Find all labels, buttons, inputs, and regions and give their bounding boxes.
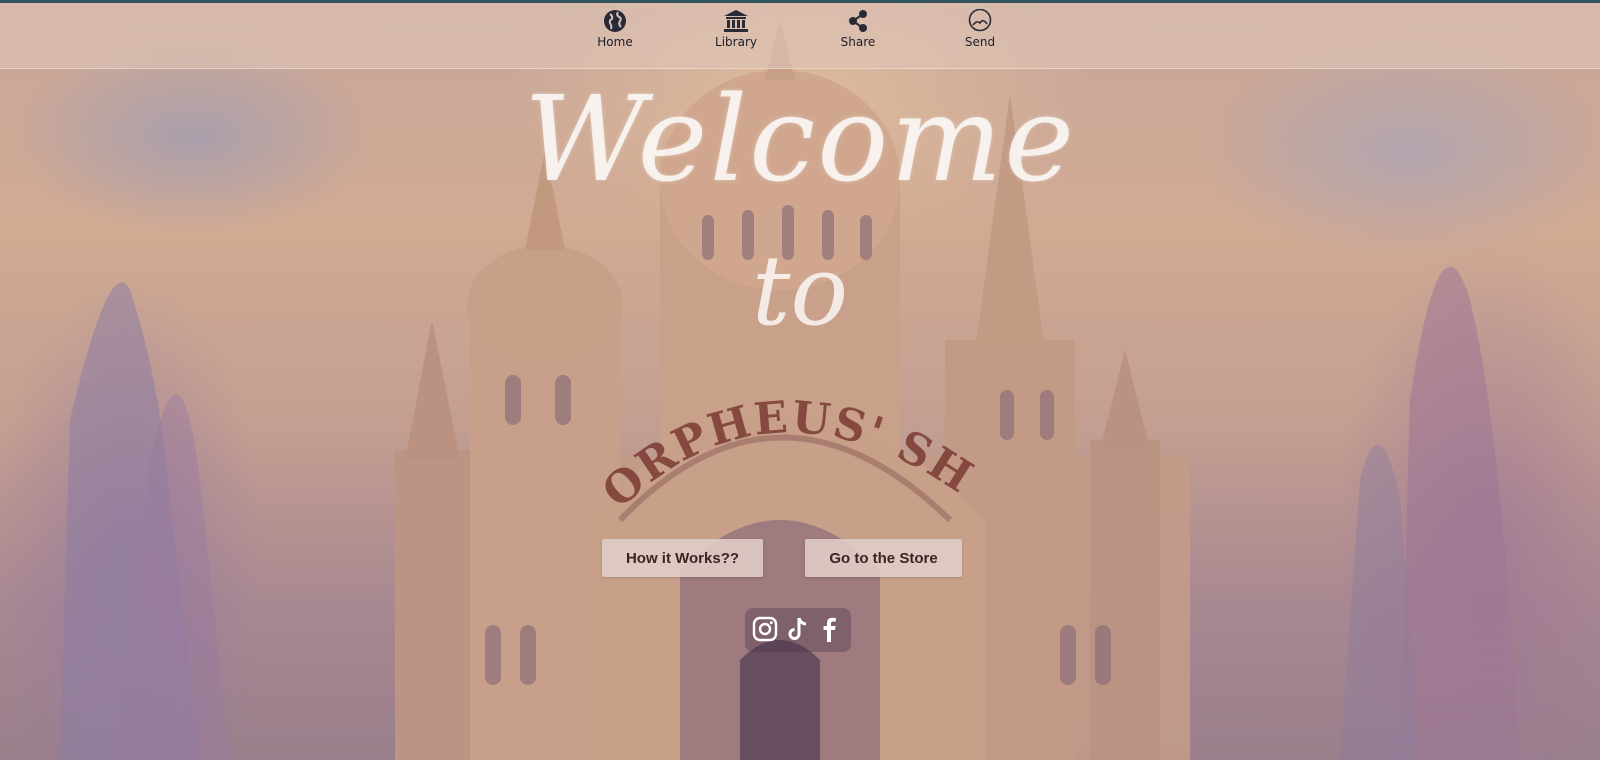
nav-label-share: Share <box>840 35 876 49</box>
hero-title-welcome: Welcome <box>523 70 1077 208</box>
nav-label-library: Library <box>715 35 757 49</box>
facebook-icon[interactable] <box>820 616 840 642</box>
share-icon <box>849 10 867 32</box>
nav-label-home: Home <box>597 35 633 49</box>
nav-item-library[interactable]: Library <box>696 9 776 49</box>
chat-bubble-icon <box>968 9 992 32</box>
library-icon <box>724 10 748 32</box>
hero-title-to: to <box>751 235 849 347</box>
nav-item-share[interactable]: Share <box>818 9 898 49</box>
instagram-icon[interactable] <box>752 616 778 642</box>
go-to-store-button[interactable]: Go to the Store <box>805 539 962 577</box>
nav-item-home[interactable]: Home <box>575 9 655 49</box>
nav-label-send: Send <box>964 35 996 49</box>
nav-item-send[interactable]: Send <box>940 9 1020 49</box>
tiktok-icon[interactable] <box>786 616 810 642</box>
landing-page: MORPHEUS' SHOP Home Library <box>0 0 1600 760</box>
top-navbar: Home Library Share Send <box>0 3 1600 69</box>
how-it-works-button[interactable]: How it Works?? <box>602 539 763 577</box>
social-links <box>745 608 851 652</box>
globe-icon <box>604 10 626 32</box>
